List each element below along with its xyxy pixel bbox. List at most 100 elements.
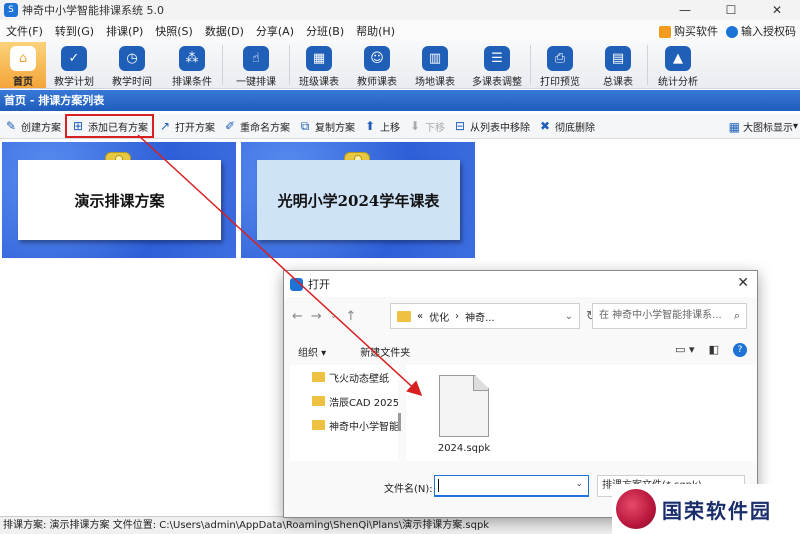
dialog-close-button[interactable]: ✕ [737, 275, 749, 291]
calendar-icon: ▦ [306, 46, 332, 71]
maximize-button[interactable]: ☐ [708, 0, 754, 20]
dialog-app-icon [290, 277, 303, 291]
address-bar[interactable]: « 优化 › 神奇... ⌄ [390, 303, 580, 329]
up-folder-icon[interactable]: ↑ [345, 309, 356, 324]
menu-data[interactable]: 数据(D) [199, 23, 250, 39]
license-link[interactable]: 输入授权码 [726, 23, 796, 39]
search-placeholder: 在 神奇中小学智能排课系... [599, 310, 722, 321]
file-item[interactable]: 2024.sqpk [434, 375, 494, 454]
watermark-logo [616, 489, 656, 529]
ribbon-master-schedule[interactable]: ▤ 总课表 [589, 42, 647, 88]
preview-pane-icon[interactable]: ◧ [709, 343, 719, 357]
help-icon[interactable]: ? [733, 343, 747, 357]
chevron-down-icon[interactable]: ⌄ [575, 479, 583, 489]
trash-icon: ✖ [539, 119, 551, 133]
organize-button[interactable]: 组织 ▾ [298, 344, 326, 359]
ribbon-teacher-schedule[interactable]: ☺ 教师课表 [348, 42, 406, 88]
ribbon-multi-adjust[interactable]: ☰ 多课表调整 [464, 42, 530, 88]
ribbon-label: 统计分析 [658, 77, 698, 88]
search-icon: ⌕ [733, 309, 740, 322]
close-button[interactable]: ✕ [754, 0, 800, 20]
plan-card[interactable]: 光明小学2024学年课表 [241, 142, 475, 258]
plan-toolbar: ✎ 创建方案 ⊞ 添加已有方案 ↗ 打开方案 ✐ 重命名方案 ⧉ 复制方案 ⬆ 上移 ⬇ 下移… [0, 114, 800, 139]
ribbon-statistics[interactable]: ▲ 统计分析 [648, 42, 708, 88]
ribbon-home[interactable]: ⌂ 首页 [0, 42, 46, 88]
back-icon[interactable]: ← [292, 309, 303, 324]
ribbon-teaching-time[interactable]: ◷ 教学时间 [102, 42, 162, 88]
forward-icon[interactable]: → [311, 309, 322, 324]
grid-icon: ⁂ [179, 46, 205, 71]
folder-icon [312, 372, 325, 382]
nav-scrollbar[interactable] [398, 365, 402, 461]
nav-folder[interactable]: 飞火动态壁纸 [290, 365, 398, 389]
ribbon-print-preview[interactable]: ⎙ 打印预览 [531, 42, 589, 88]
ribbon-venue-schedule[interactable]: ▥ 场地课表 [406, 42, 464, 88]
ribbon-label: 教师课表 [357, 77, 397, 88]
remove-from-list-button[interactable]: ⊟ 从列表中移除 [449, 115, 534, 137]
chevron-down-icon: ▾ [792, 121, 798, 132]
rename-icon: ✐ [224, 119, 236, 133]
move-down-button[interactable]: ⬇ 下移 [404, 115, 449, 137]
dialog-command-bar: 组织 ▾ 新建文件夹 ▭ ▾ ◧ ? [284, 339, 757, 363]
document-icon [439, 375, 489, 437]
new-folder-button[interactable]: 新建文件夹 [360, 344, 410, 359]
buy-software-link[interactable]: 购买软件 [659, 23, 718, 39]
nav-folder[interactable]: 神奇中小学智能 [290, 413, 398, 437]
breadcrumb-item[interactable]: 优化 [429, 309, 449, 324]
ribbon-label: 一键排课 [236, 77, 276, 88]
breadcrumb-item[interactable]: 神奇... [465, 309, 495, 324]
file-list: 2024.sqpk [406, 365, 756, 461]
nav-folder-label: 飞火动态壁纸 [329, 373, 389, 385]
buy-label: 购买软件 [674, 25, 718, 38]
menu-schedule[interactable]: 排课(P) [100, 23, 149, 39]
file-name-input[interactable]: ⌄ [434, 475, 589, 497]
folder-icon [312, 420, 325, 430]
search-input[interactable]: 在 神奇中小学智能排课系... ⌕ [592, 303, 747, 329]
window-controls: — ☐ ✕ [662, 0, 800, 20]
plan-name: 光明小学2024学年课表 [257, 160, 460, 240]
copy-plan-label: 复制方案 [315, 122, 355, 134]
plan-name: 演示排课方案 [18, 160, 221, 240]
panel-title: 首页 - 排课方案列表 [0, 90, 800, 111]
copy-plan-button[interactable]: ⧉ 复制方案 [294, 115, 359, 137]
menu-class-split[interactable]: 分班(B) [300, 23, 350, 39]
arrow-up-icon: ⬆ [364, 119, 376, 133]
arrow-down-icon: ⬇ [409, 119, 421, 133]
edit-icon: ✎ [5, 119, 17, 133]
rename-plan-button[interactable]: ✐ 重命名方案 [219, 115, 294, 137]
ribbon: ⌂ 首页 ✓ 教学计划 ◷ 教学时间 ⁂ 排课条件 ☝ 一键排课 ▦ 班级课表 ☺ 教师课表 … [0, 42, 800, 89]
breadcrumb-overflow[interactable]: « [417, 311, 423, 322]
ribbon-label: 首页 [13, 77, 33, 88]
menu-file[interactable]: 文件(F) [0, 23, 49, 39]
move-up-button[interactable]: ⬆ 上移 [359, 115, 404, 137]
watermark: 国荣软件园 [612, 484, 800, 534]
view-mode-button[interactable]: ▦ 大图标显示 ▾ [729, 114, 798, 139]
teacher-icon: ☺ [364, 46, 390, 71]
menu-goto[interactable]: 转到(G) [49, 23, 100, 39]
view-options-icon[interactable]: ▭ ▾ [675, 343, 694, 357]
ribbon-teaching-plan[interactable]: ✓ 教学计划 [46, 42, 102, 88]
view-mode-label: 大图标显示 [742, 123, 793, 134]
menu-snapshot[interactable]: 快照(S) [149, 23, 199, 39]
ribbon-label: 教学计划 [54, 77, 94, 88]
printer-icon: ⎙ [547, 46, 573, 71]
address-chevron-icon[interactable]: ⌄ [565, 311, 573, 322]
plan-card[interactable]: 演示排课方案 [2, 142, 236, 258]
nav-folder-label: 神奇中小学智能 [329, 421, 398, 433]
scrollbar-thumb[interactable] [398, 413, 401, 431]
ribbon-class-schedule[interactable]: ▦ 班级课表 [290, 42, 348, 88]
nav-folder[interactable]: 浩辰CAD 2025 [290, 389, 398, 413]
window-title: 神奇中小学智能排课系统 5.0 [22, 4, 164, 17]
app-icon: S [4, 3, 18, 17]
add-existing-plan-button[interactable]: ⊞ 添加已有方案 [65, 114, 154, 138]
menu-share[interactable]: 分享(A) [250, 23, 300, 39]
open-plan-button[interactable]: ↗ 打开方案 [154, 115, 219, 137]
create-plan-button[interactable]: ✎ 创建方案 [0, 115, 65, 137]
delete-plan-button[interactable]: ✖ 彻底删除 [534, 115, 599, 137]
recent-chevron-icon[interactable]: ⌄ [330, 311, 338, 321]
ribbon-one-click[interactable]: ☝ 一键排课 [223, 42, 289, 88]
clipboard-icon: ✓ [61, 46, 87, 71]
menu-help[interactable]: 帮助(H) [350, 23, 401, 39]
ribbon-conditions[interactable]: ⁂ 排课条件 [162, 42, 222, 88]
minimize-button[interactable]: — [662, 0, 708, 20]
